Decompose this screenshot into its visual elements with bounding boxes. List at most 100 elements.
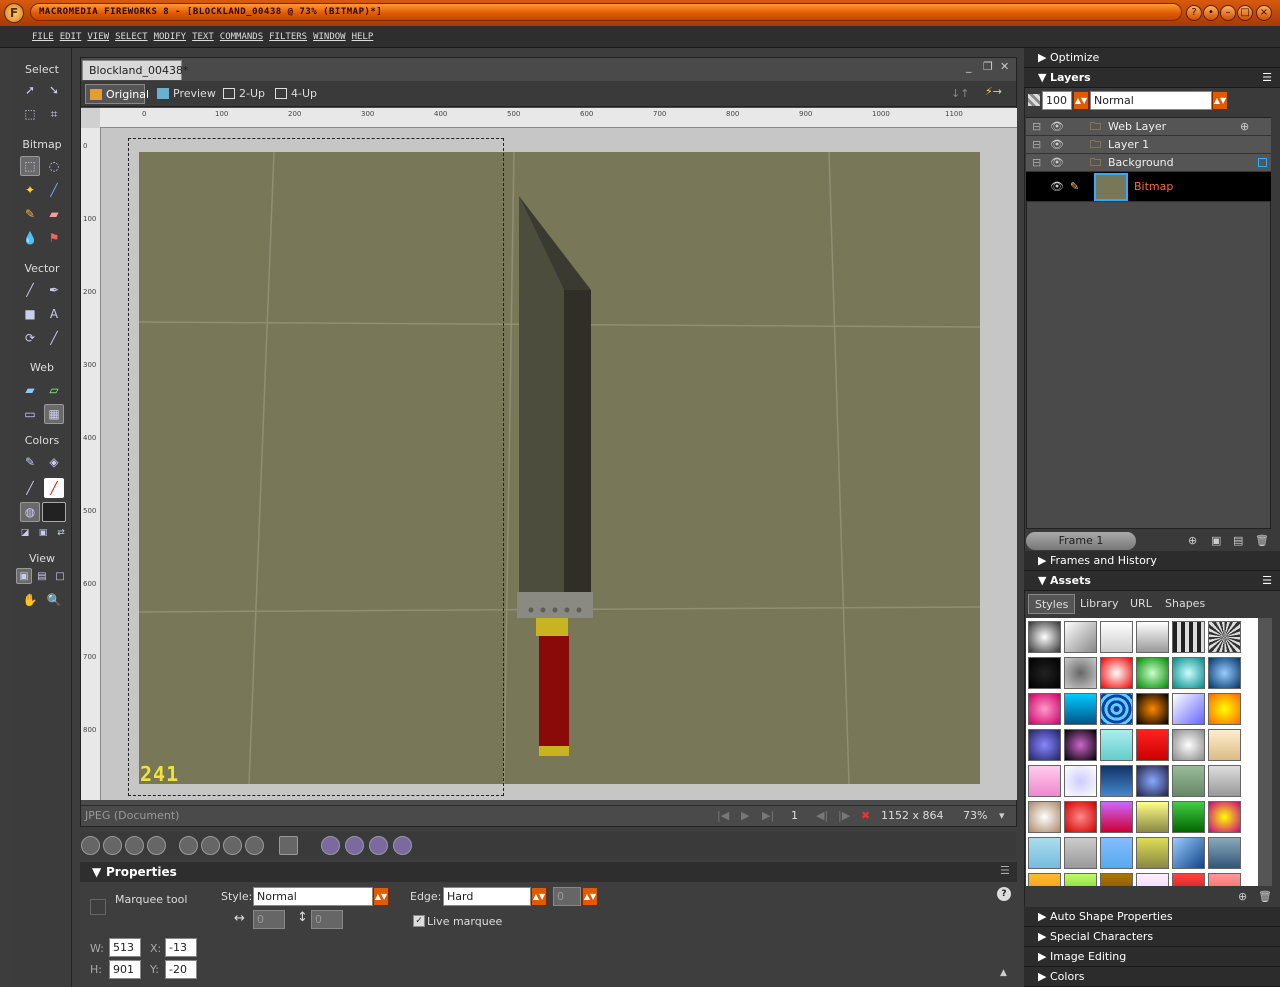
auto-shape-header[interactable]: ▶ Auto Shape Properties (1024, 907, 1280, 927)
style-swatch[interactable] (1100, 837, 1133, 869)
menu-edit[interactable]: EDIT (60, 26, 82, 48)
flip-horizontal-icon[interactable] (369, 836, 388, 855)
style-swatch[interactable] (1100, 801, 1133, 833)
doc-minimize-icon[interactable]: _ (966, 60, 972, 73)
style-swatch[interactable] (1064, 801, 1097, 833)
sort-icon[interactable]: ↓↑ (951, 87, 969, 100)
menu-window[interactable]: WINDOW (313, 26, 346, 48)
style-swatch[interactable] (1208, 657, 1241, 689)
y-field[interactable]: -20 (165, 960, 197, 979)
style-swatch[interactable] (1064, 693, 1097, 725)
close-icon[interactable]: × (1256, 5, 1272, 21)
eraser-tool-icon[interactable]: ▰ (44, 204, 64, 224)
swap-colors-icon[interactable]: ⇄ (54, 526, 68, 540)
panel-options-icon[interactable]: ☰ (1000, 864, 1010, 877)
minimize-icon[interactable]: – (1220, 5, 1236, 21)
menu-text[interactable]: TEXT (192, 26, 214, 48)
style-swatch[interactable] (1064, 873, 1097, 886)
doc-close-icon[interactable]: ✕ (1000, 60, 1009, 73)
layer-row-layer-1[interactable]: ⊟ 👁 🗀 Layer 1 (1026, 136, 1271, 154)
magic-wand-icon[interactable]: ✦ (20, 180, 40, 200)
doc-restore-icon[interactable]: ❐ (983, 60, 993, 73)
blend-mode-select[interactable]: Normal (1090, 91, 1212, 110)
assets-panel-header[interactable]: ▼ Assets ☰ (1024, 571, 1280, 591)
fixed-width-field[interactable]: 0 (253, 910, 285, 929)
style-swatch[interactable] (1136, 801, 1169, 833)
tab-shapes[interactable]: Shapes (1165, 594, 1205, 614)
rotate-ccw-icon[interactable] (321, 836, 340, 855)
line-tool-icon[interactable]: ╱ (20, 280, 40, 300)
layer-row-bitmap[interactable]: 👁 ✎ Bitmap (1026, 172, 1271, 202)
send-backward-icon[interactable] (223, 836, 242, 855)
style-swatch[interactable] (1136, 693, 1169, 725)
next-frame-icon[interactable]: |▶ (838, 806, 850, 826)
help-icon[interactable]: ? (1186, 5, 1202, 21)
tab-url[interactable]: URL (1130, 594, 1152, 614)
zoom-tool-icon[interactable]: 🔍 (44, 590, 64, 610)
bring-forward-icon[interactable] (201, 836, 220, 855)
stop-icon[interactable]: ✖ (861, 806, 870, 826)
style-swatch[interactable] (1172, 729, 1205, 761)
paint-bucket-icon[interactable]: ◈ (44, 452, 64, 472)
colors-panel-header[interactable]: ▶ Colors (1024, 967, 1280, 987)
style-swatch[interactable] (1064, 621, 1097, 653)
quick-export-icon[interactable]: ⚡→ (985, 85, 1002, 98)
tab-original[interactable]: Original (85, 84, 149, 104)
help-icon[interactable]: ? (997, 887, 1011, 901)
edge-amount-stepper[interactable]: ▲▼ (582, 887, 598, 906)
rotate-cw-icon[interactable] (345, 836, 364, 855)
layer-row-background[interactable]: ⊟ 👁 🗀 Background (1026, 154, 1271, 172)
x-field[interactable]: -13 (165, 938, 197, 957)
h-field[interactable]: 901 (109, 960, 141, 979)
style-swatch[interactable] (1172, 837, 1205, 869)
tab-preview[interactable]: Preview (153, 84, 216, 104)
document-tab[interactable]: Blockland_00438* (82, 60, 189, 80)
menu-modify[interactable]: MODIFY (154, 26, 187, 48)
style-swatch[interactable] (1100, 729, 1133, 761)
show-slices-icon[interactable]: ▦ (44, 404, 64, 424)
style-swatch[interactable] (1208, 873, 1241, 886)
first-frame-icon[interactable]: |◀ (717, 806, 729, 826)
scale-tool-icon[interactable]: ⬚ (20, 104, 40, 124)
eyedropper-icon[interactable]: ✎ (20, 452, 40, 472)
zoom-level[interactable]: 73% (963, 806, 987, 826)
menu-select[interactable]: SELECT (115, 26, 148, 48)
send-to-back-icon[interactable] (245, 836, 264, 855)
align-icon[interactable] (279, 836, 298, 855)
style-swatch[interactable] (1064, 765, 1097, 797)
opacity-stepper[interactable]: ▲▼ (1073, 91, 1089, 110)
join-icon[interactable] (125, 836, 144, 855)
slice-tool-icon[interactable]: ▱ (44, 380, 64, 400)
hotspot-tool-icon[interactable]: ▰ (20, 380, 40, 400)
lasso-tool-icon[interactable]: ◌ (44, 156, 64, 176)
pin-icon[interactable]: • (1203, 5, 1219, 21)
style-swatch[interactable] (1208, 837, 1241, 869)
freeform-tool-icon[interactable]: ⟳ (20, 328, 40, 348)
edge-select[interactable]: Hard (443, 887, 531, 906)
blend-dropdown-icon[interactable]: ▲▼ (1212, 91, 1228, 110)
style-swatch[interactable] (1028, 729, 1061, 761)
blur-tool-icon[interactable]: 💧 (20, 228, 40, 248)
style-swatch[interactable] (1136, 729, 1169, 761)
menu-commands[interactable]: COMMANDS (220, 26, 263, 48)
new-sublayer-icon[interactable]: ⊕ (1188, 534, 1197, 547)
style-dropdown-icon[interactable]: ▲▼ (373, 887, 389, 906)
frames-history-header[interactable]: ▶ Frames and History (1024, 551, 1280, 571)
fill-color-swatch[interactable] (42, 502, 66, 522)
flip-vertical-icon[interactable] (393, 836, 412, 855)
style-swatch[interactable] (1028, 873, 1061, 886)
style-swatch[interactable] (1208, 729, 1241, 761)
fixed-height-field[interactable]: 0 (311, 910, 343, 929)
image-editing-header[interactable]: ▶ Image Editing (1024, 947, 1280, 967)
rubber-stamp-icon[interactable]: ⚑ (44, 228, 64, 248)
style-swatch[interactable] (1100, 657, 1133, 689)
hand-tool-icon[interactable]: ✋ (20, 590, 40, 610)
edge-dropdown-icon[interactable]: ▲▼ (531, 887, 547, 906)
pointer-tool-icon[interactable]: ➚ (20, 80, 40, 100)
standard-screen-icon[interactable]: ▣ (16, 568, 32, 584)
subselect-tool-icon[interactable]: ➘ (44, 80, 64, 100)
style-swatch[interactable] (1028, 621, 1061, 653)
fireworks-app-icon[interactable]: F (4, 3, 24, 23)
no-stroke-icon[interactable]: ▣ (36, 526, 50, 540)
last-frame-icon[interactable]: ▶| (762, 806, 774, 826)
